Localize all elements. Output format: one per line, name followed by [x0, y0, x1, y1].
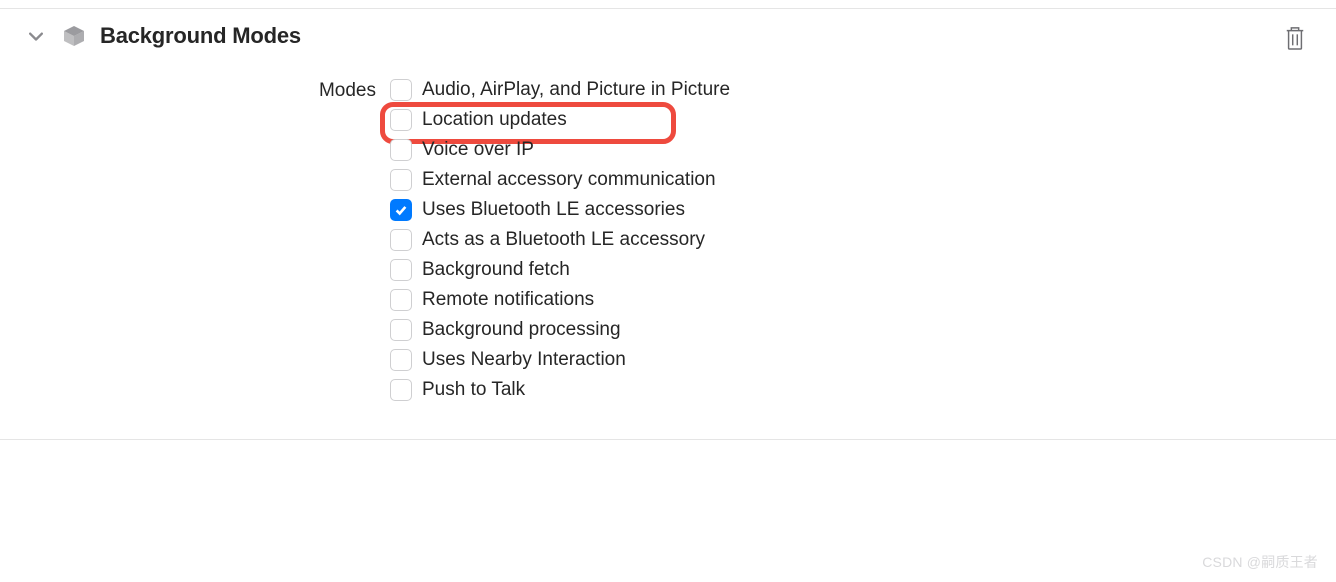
mode-item: Uses Bluetooth LE accessories — [390, 199, 730, 221]
mode-checkbox[interactable] — [390, 319, 412, 341]
mode-label: Remote notifications — [422, 289, 594, 311]
mode-label: External accessory communication — [422, 169, 716, 191]
mode-item: Push to Talk — [390, 379, 730, 401]
mode-item: Voice over IP — [390, 139, 730, 161]
chevron-down-icon[interactable] — [28, 28, 44, 44]
panel-content: Modes Audio, AirPlay, and Picture in Pic… — [0, 63, 1336, 439]
mode-checkbox[interactable] — [390, 289, 412, 311]
mode-label: Acts as a Bluetooth LE accessory — [422, 229, 705, 251]
mode-checkbox[interactable] — [390, 259, 412, 281]
mode-checkbox[interactable] — [390, 139, 412, 161]
mode-label: Background fetch — [422, 259, 570, 281]
mode-item: Uses Nearby Interaction — [390, 349, 730, 371]
mode-label: Voice over IP — [422, 139, 534, 161]
mode-checkbox[interactable] — [390, 199, 412, 221]
mode-checkbox[interactable] — [390, 109, 412, 131]
mode-checkbox[interactable] — [390, 229, 412, 251]
mode-item: Background processing — [390, 319, 730, 341]
panel-header: Background Modes — [0, 9, 1336, 63]
modes-field-label: Modes — [30, 79, 390, 401]
mode-checkbox[interactable] — [390, 79, 412, 101]
mode-checkbox[interactable] — [390, 379, 412, 401]
mode-item: Location updates — [390, 109, 730, 131]
mode-item: Background fetch — [390, 259, 730, 281]
mode-label: Background processing — [422, 319, 621, 341]
mode-label: Audio, AirPlay, and Picture in Picture — [422, 79, 730, 101]
mode-label: Uses Bluetooth LE accessories — [422, 199, 685, 221]
mode-label: Uses Nearby Interaction — [422, 349, 626, 371]
mode-checkbox[interactable] — [390, 169, 412, 191]
panel-title: Background Modes — [100, 23, 301, 49]
mode-item: Acts as a Bluetooth LE accessory — [390, 229, 730, 251]
mode-label: Location updates — [422, 109, 567, 131]
delete-capability-button[interactable] — [1284, 25, 1306, 51]
mode-item: Audio, AirPlay, and Picture in Picture — [390, 79, 730, 101]
mode-item: External accessory communication — [390, 169, 730, 191]
mode-item: Remote notifications — [390, 289, 730, 311]
modes-list: Audio, AirPlay, and Picture in Picture Lo… — [390, 79, 730, 401]
capability-box-icon — [62, 24, 86, 48]
watermark: CSDN @嗣质王者 — [1202, 552, 1318, 572]
background-modes-panel: Background Modes Modes Audio, AirPlay, a… — [0, 8, 1336, 440]
mode-label: Push to Talk — [422, 379, 525, 401]
mode-checkbox[interactable] — [390, 349, 412, 371]
